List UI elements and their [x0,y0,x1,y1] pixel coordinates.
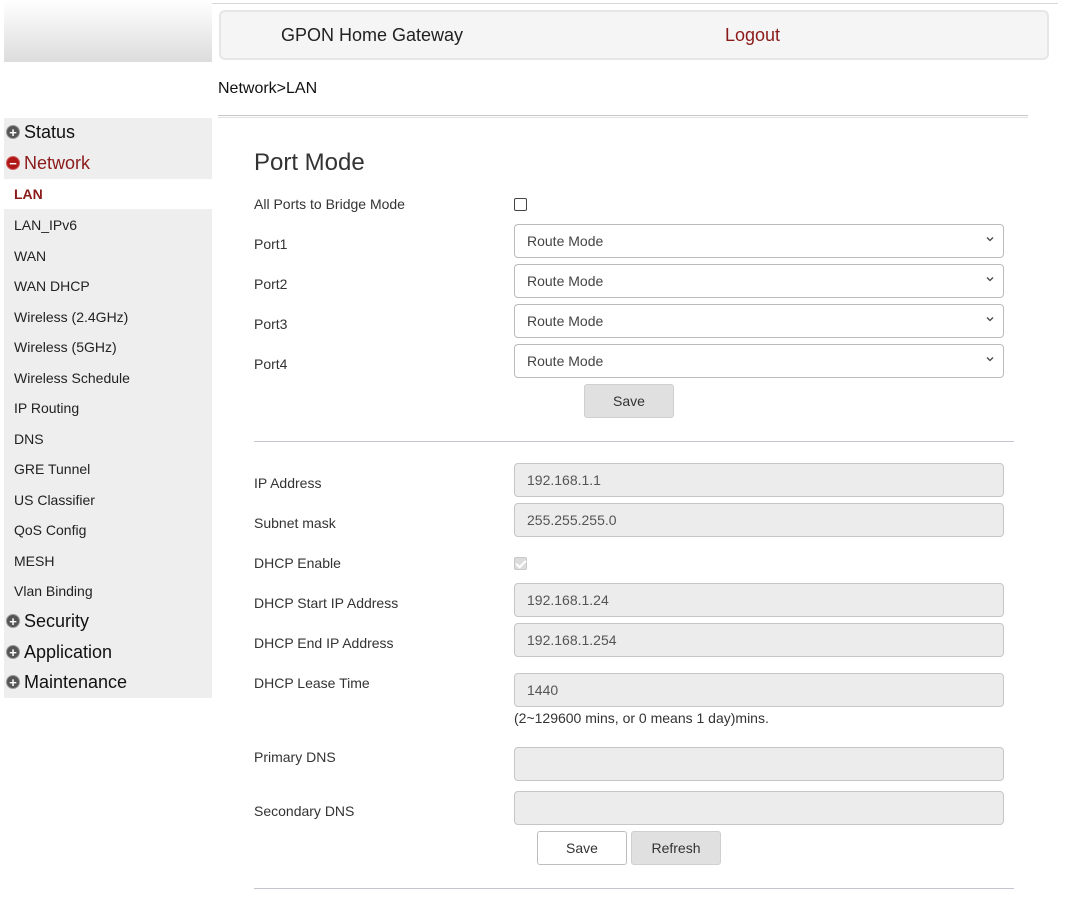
port3-select-value: Route Mode [527,313,604,329]
sidebar: + Status − Network LAN LAN_IPv6 WAN WAN … [4,118,212,698]
port4-label: Port4 [254,356,288,372]
chevron-down-icon [986,277,994,282]
port1-select[interactable]: Route Mode [514,224,1004,258]
port2-select-value: Route Mode [527,273,604,289]
dhcp-lease-field[interactable]: 1440 [514,673,1004,707]
breadcrumb-divider [218,115,1028,118]
port1-select-value: Route Mode [527,233,604,249]
chevron-down-icon [986,357,994,362]
dhcp-lease-value: 1440 [527,682,559,698]
sidebar-item-label: Wireless (5GHz) [14,339,117,355]
sidebar-item-label: Wireless (2.4GHz) [14,309,129,325]
bridge-mode-checkbox[interactable] [514,198,527,211]
sidebar-item-wireless-schedule[interactable]: Wireless Schedule [4,363,212,393]
dhcp-end-value: 192.168.1.254 [527,632,617,648]
port-mode-title: Port Mode [254,149,365,176]
primary-dns-label: Primary DNS [254,749,336,765]
header-bar: GPON Home Gateway Logout [219,10,1049,60]
sidebar-item-lan-ipv6[interactable]: LAN_IPv6 [4,210,212,240]
sidebar-category-label: Application [24,642,113,662]
top-divider [212,3,1058,4]
subnet-mask-value: 255.255.255.0 [527,512,617,528]
dhcp-end-label: DHCP End IP Address [254,635,394,651]
ip-address-label: IP Address [254,475,322,491]
sidebar-item-label: LAN [14,186,43,202]
sidebar-item-dns[interactable]: DNS [4,424,212,454]
plus-icon: + [6,125,20,139]
lease-hint: (2~129600 mins, or 0 means 1 day)mins. [514,710,769,726]
sidebar-item-label: GRE Tunnel [14,461,91,477]
ip-address-value: 192.168.1.1 [527,472,601,488]
sidebar-item-vlan-binding[interactable]: Vlan Binding [4,576,212,606]
sidebar-category-label: Maintenance [24,672,128,692]
port1-label: Port1 [254,236,288,252]
plus-icon: + [6,614,20,628]
sidebar-item-label: MESH [14,553,55,569]
subnet-mask-label: Subnet mask [254,515,336,531]
app-title: GPON Home Gateway [281,25,464,45]
dhcp-enable-label: DHCP Enable [254,555,341,571]
sidebar-item-wireless-5[interactable]: Wireless (5GHz) [4,332,212,362]
ip-address-field[interactable]: 192.168.1.1 [514,463,1004,497]
dhcp-start-label: DHCP Start IP Address [254,595,399,611]
sidebar-item-label: LAN_IPv6 [14,217,78,233]
bottom-divider [254,888,1014,889]
secondary-dns-field[interactable] [514,791,1004,825]
sidebar-item-ip-routing[interactable]: IP Routing [4,393,212,423]
primary-dns-field[interactable] [514,747,1004,781]
dhcp-start-field[interactable]: 192.168.1.24 [514,583,1004,617]
logout-link[interactable]: Logout [725,25,780,46]
sidebar-category-label: Security [24,611,90,631]
port3-label: Port3 [254,316,288,332]
minus-icon: − [6,156,20,170]
section-divider [254,441,1014,442]
sidebar-item-wan-dhcp[interactable]: WAN DHCP [4,271,212,301]
sidebar-item-wan[interactable]: WAN [4,241,212,271]
sidebar-item-lan[interactable]: LAN [4,179,212,209]
sidebar-item-label: IP Routing [14,400,80,416]
sidebar-item-label: DNS [14,431,44,447]
subnet-mask-field[interactable]: 255.255.255.0 [514,503,1004,537]
port4-select-value: Route Mode [527,353,604,369]
sidebar-category-label: Network [24,153,91,173]
chevron-down-icon [986,317,994,322]
chevron-down-icon [986,237,994,242]
breadcrumb: Network>LAN [218,80,318,97]
sidebar-item-gre-tunnel[interactable]: GRE Tunnel [4,454,212,484]
dhcp-lease-label: DHCP Lease Time [254,675,370,691]
port4-select[interactable]: Route Mode [514,344,1004,378]
sidebar-item-label: Wireless Schedule [14,370,130,386]
plus-icon: + [6,675,20,689]
sidebar-category-label: Status [24,122,76,142]
sidebar-item-label: QoS Config [14,522,87,538]
sidebar-item-us-classifier[interactable]: US Classifier [4,485,212,515]
secondary-dns-label: Secondary DNS [254,803,355,819]
dhcp-end-field[interactable]: 192.168.1.254 [514,623,1004,657]
bridge-mode-label: All Ports to Bridge Mode [254,196,405,212]
port2-label: Port2 [254,276,288,292]
sidebar-item-wireless-24[interactable]: Wireless (2.4GHz) [4,302,212,332]
sidebar-item-label: US Classifier [14,492,95,508]
refresh-button[interactable]: Refresh [631,831,721,865]
dhcp-enable-checkbox[interactable] [514,557,527,570]
plus-icon: + [6,645,20,659]
sidebar-item-qos-config[interactable]: QoS Config [4,515,212,545]
logo-area [4,0,212,62]
port-mode-save-button[interactable]: Save [584,384,674,418]
dhcp-start-value: 192.168.1.24 [527,592,609,608]
sidebar-item-label: WAN [14,248,47,264]
sidebar-item-mesh[interactable]: MESH [4,546,212,576]
port2-select[interactable]: Route Mode [514,264,1004,298]
sidebar-item-label: Vlan Binding [14,583,93,599]
port3-select[interactable]: Route Mode [514,304,1004,338]
sidebar-item-label: WAN DHCP [14,278,90,294]
lan-save-button[interactable]: Save [537,831,627,865]
